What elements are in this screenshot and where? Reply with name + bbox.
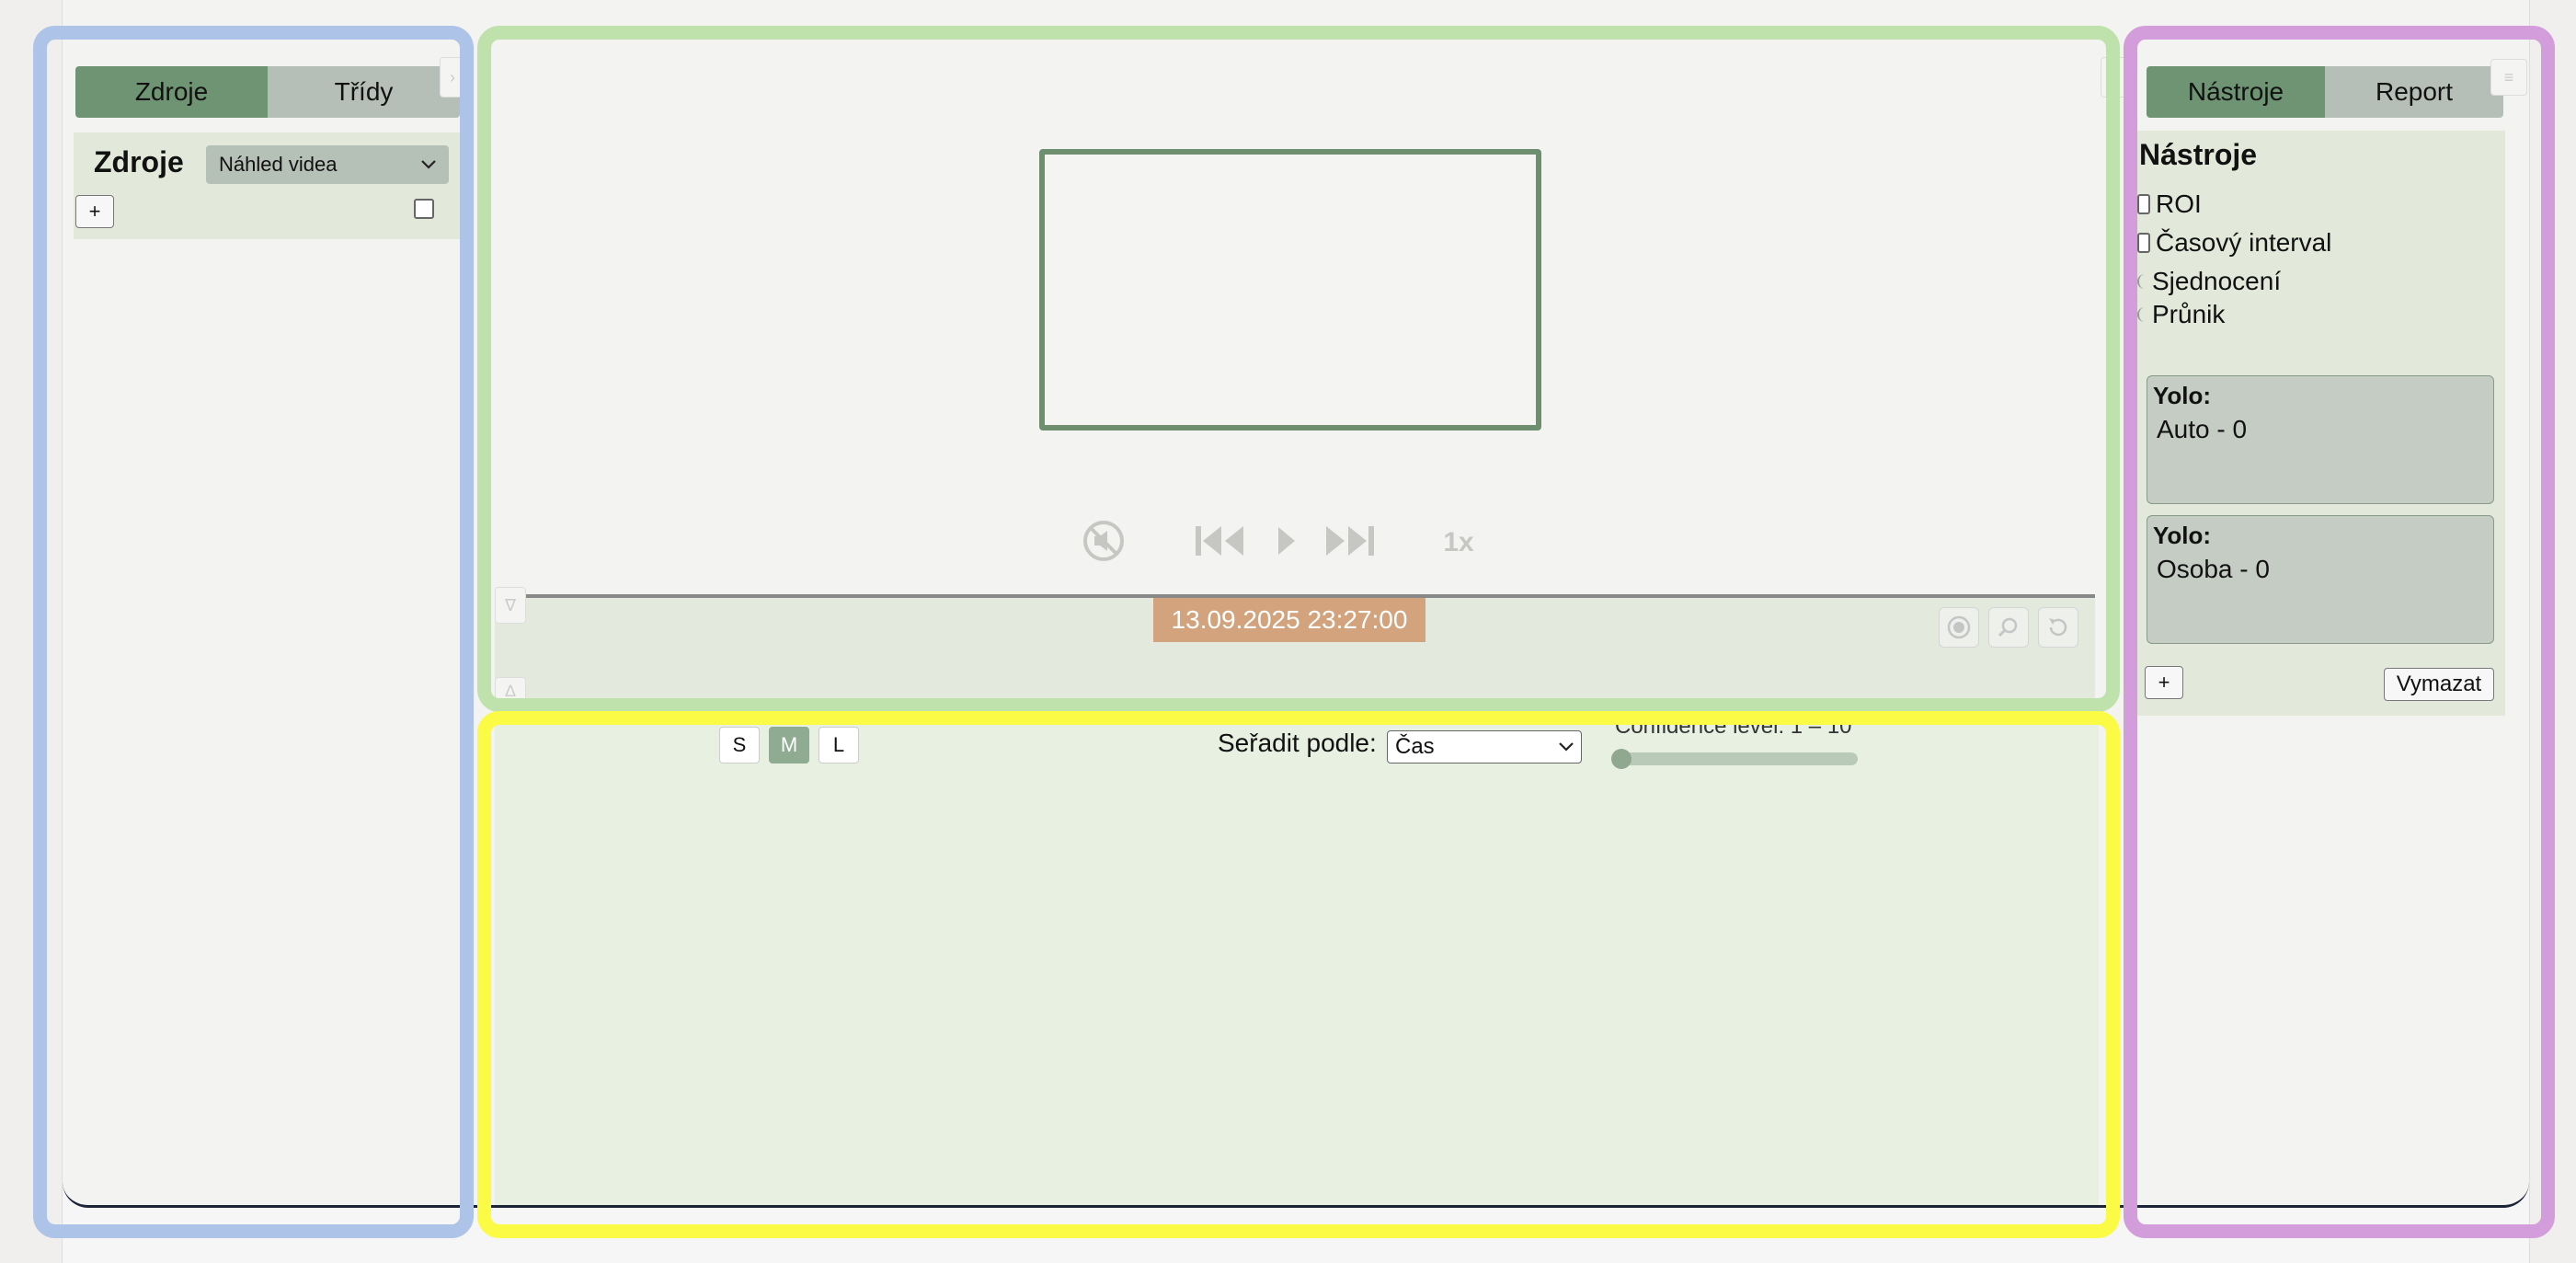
window-edge-left xyxy=(0,0,63,1263)
timeline[interactable]: 13.09.2025 23:27:00 ∇ ∆ xyxy=(495,587,2095,705)
timeline-collapse-handle[interactable]: ∇ xyxy=(495,587,526,624)
yolo-card-value: Auto - 0 xyxy=(2157,415,2248,443)
yolo-card-auto[interactable]: Yolo: Auto - 0 xyxy=(2147,375,2494,504)
confidence-slider-thumb[interactable] xyxy=(1611,749,1631,769)
size-large-button[interactable]: L xyxy=(819,727,859,764)
tool-roi[interactable]: ROI xyxy=(2137,189,2202,219)
left-panel: Zdroje Třídy Zdroje Náhled videa + › xyxy=(74,57,465,1205)
tool-roi-label: ROI xyxy=(2156,189,2202,218)
menu-icon[interactable]: ≡ xyxy=(2490,59,2527,96)
window-edge-right xyxy=(2529,0,2576,1263)
sources-panel: Zdroje Náhled videa + xyxy=(74,132,460,239)
tab-nastroje[interactable]: Nástroje xyxy=(2147,66,2325,118)
sources-title: Zdroje xyxy=(94,145,184,178)
right-panel: Nástroje Report ≡ Nástroje ROI Časový in… xyxy=(2137,59,2527,1205)
size-medium-button[interactable]: M xyxy=(769,727,809,764)
tool-time-interval-label: Časový interval xyxy=(2156,228,2332,257)
tab-tridy[interactable]: Třídy xyxy=(268,66,460,118)
source-select[interactable]: Náhled videa xyxy=(206,145,449,184)
tools-panel: Nástroje ROI Časový interval Sjednocení … xyxy=(2137,131,2505,716)
sort-select[interactable]: Čas xyxy=(1387,730,1582,764)
source-select-value: Náhled videa xyxy=(219,153,338,176)
tab-report[interactable]: Report xyxy=(2325,66,2503,118)
timeline-timestamp: 13.09.2025 23:27:00 xyxy=(1153,598,1425,642)
time-interval-checkbox[interactable] xyxy=(2137,233,2150,253)
tool-union-label: Sjednocení xyxy=(2152,267,2282,295)
confidence-slider[interactable] xyxy=(1611,749,1858,769)
chevron-down-icon xyxy=(1559,742,1574,752)
mute-icon[interactable] xyxy=(1082,519,1126,563)
yolo-card-title: Yolo: xyxy=(2153,522,2212,549)
sort-select-value: Čas xyxy=(1395,734,1435,759)
record-icon[interactable] xyxy=(1939,607,1979,648)
select-all-checkbox[interactable] xyxy=(414,199,434,219)
yolo-card-person[interactable]: Yolo: Osoba - 0 xyxy=(2147,515,2494,644)
chevron-down-icon xyxy=(421,160,436,169)
tools-title: Nástroje xyxy=(2139,138,2258,171)
add-tool-button[interactable]: + xyxy=(2145,666,2183,699)
skip-back-icon[interactable] xyxy=(1194,521,1245,561)
sort-label: Seřadit podle: xyxy=(1218,729,1377,757)
intersection-radio[interactable] xyxy=(2137,307,2147,322)
play-icon[interactable] xyxy=(1273,522,1300,559)
tool-union[interactable]: Sjednocení xyxy=(2137,267,2281,296)
results-panel: S M L Seřadit podle: Čas Confidence leve… xyxy=(495,712,2099,1205)
reset-icon[interactable] xyxy=(2038,607,2078,648)
roi-checkbox[interactable] xyxy=(2137,194,2150,214)
right-tab-bar: Nástroje Report xyxy=(2147,66,2503,118)
zoom-icon[interactable] xyxy=(1988,607,2029,648)
video-frame xyxy=(1039,149,1541,431)
left-collapse-handle[interactable]: › xyxy=(440,57,465,98)
tool-time-interval[interactable]: Časový interval xyxy=(2137,228,2331,258)
add-source-button[interactable]: + xyxy=(75,195,114,228)
confidence-label: Confidence level: 1 – 10 xyxy=(1615,714,1852,739)
left-tab-bar: Zdroje Třídy xyxy=(75,66,460,118)
tool-intersection[interactable]: Průnik xyxy=(2137,300,2225,329)
video-collapse-handle[interactable]: › xyxy=(2101,57,2128,98)
timeline-expand-handle[interactable]: ∆ xyxy=(495,677,526,705)
tab-zdroje[interactable]: Zdroje xyxy=(75,66,268,118)
size-small-button[interactable]: S xyxy=(719,727,760,764)
union-radio[interactable] xyxy=(2137,274,2147,289)
skip-forward-icon[interactable] xyxy=(1324,521,1376,561)
yolo-card-title: Yolo: xyxy=(2153,382,2212,409)
yolo-card-value: Osoba - 0 xyxy=(2157,555,2270,583)
clear-button[interactable]: Vymazat xyxy=(2384,668,2494,701)
video-panel: 1x 13.09.2025 23:27:00 ∇ ∆ › xyxy=(495,57,2128,705)
playback-speed[interactable]: 1x xyxy=(1431,522,1486,563)
tool-intersection-label: Průnik xyxy=(2152,300,2226,328)
